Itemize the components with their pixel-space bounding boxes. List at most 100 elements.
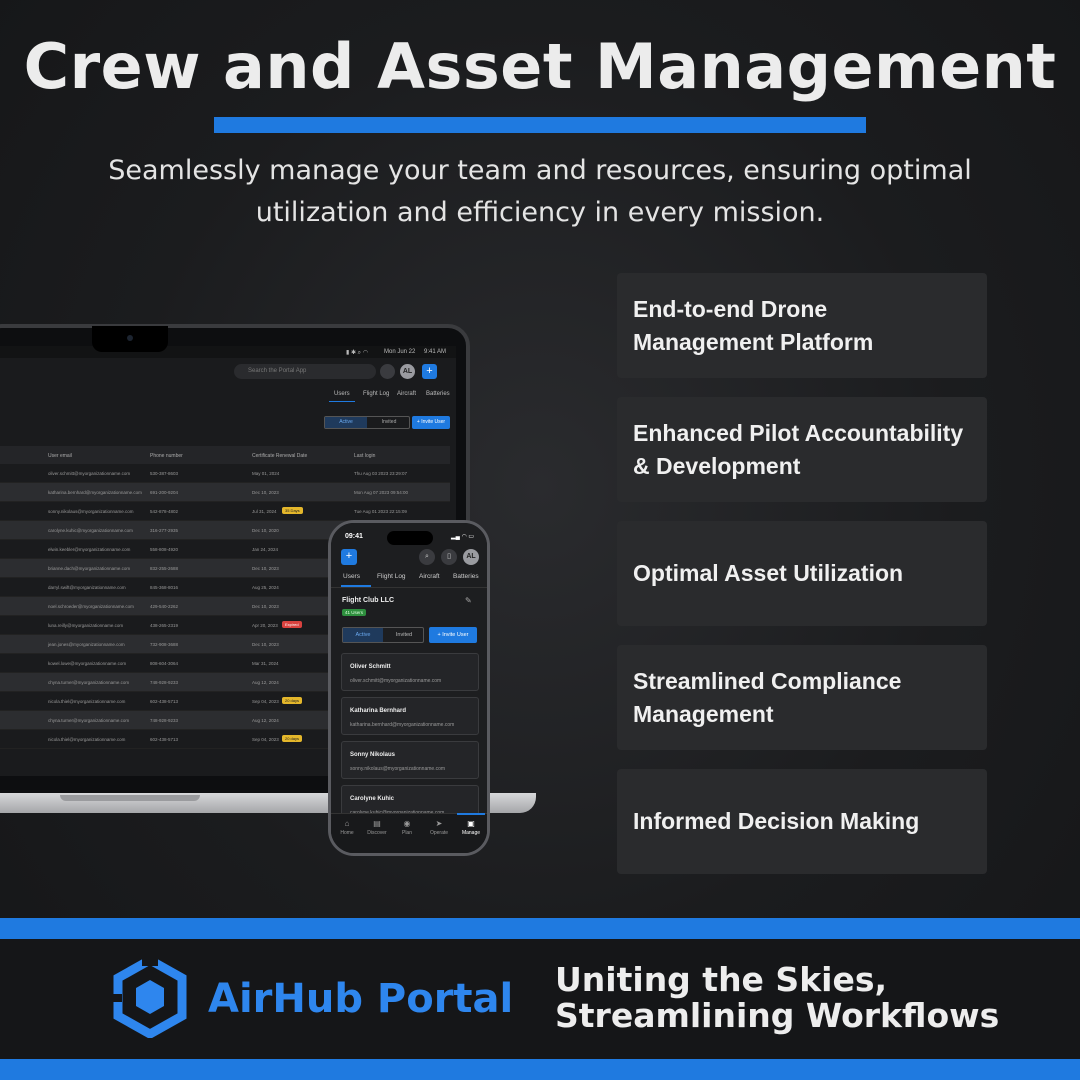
active-nav-indicator: [457, 813, 485, 815]
cell-phone: 602-438-5713: [150, 737, 179, 742]
organization-name: Flight Club LLC: [342, 597, 395, 604]
menubar-icons: ▮ ✱ ⌕ ◠: [346, 350, 368, 356]
page-subtitle: Seamlessly manage your team and resource…: [108, 155, 972, 228]
menubar-time: 9:41 AM: [424, 349, 447, 355]
user-card[interactable]: Oliver Schmitt oliver.schmitt@myorganiza…: [341, 653, 479, 691]
cell-renewal-date: Aug 12, 2024: [252, 718, 279, 723]
add-button[interactable]: +: [341, 549, 357, 565]
users-table-header: User email Phone number Certificate Rene…: [0, 446, 450, 464]
airhub-logo-icon: [112, 956, 187, 1038]
footer-accent-bar: [0, 918, 1080, 939]
nav-home[interactable]: ⌂ Home: [333, 819, 361, 836]
cell-email: brianne.dach@myorganizationname.com: [48, 566, 131, 571]
renewal-status-badge: 20 days: [282, 735, 303, 742]
toggle-invited[interactable]: Invited: [368, 417, 410, 428]
user-card[interactable]: Sonny Nikolaus sonny.nikolaus@myorganiza…: [341, 741, 479, 779]
tab-users[interactable]: Users: [334, 391, 350, 397]
add-button[interactable]: +: [422, 364, 437, 379]
users-count-badge: 41 Users: [342, 609, 367, 616]
map-icon[interactable]: ▯: [441, 549, 457, 565]
invite-user-button[interactable]: + Invite User: [429, 627, 477, 643]
status-toggle[interactable]: Active Invited: [324, 416, 410, 429]
nav-plan[interactable]: ◉ Plan: [393, 819, 421, 836]
nav-home-label: Home: [340, 830, 354, 836]
cell-email: jean.jones@myorganizationname.com: [48, 642, 125, 647]
toggle-invited[interactable]: Invited: [384, 628, 424, 642]
col-user-email[interactable]: User email: [48, 453, 72, 459]
nav-discover[interactable]: ▤ Discover: [363, 819, 391, 836]
feature-card-compliance: Streamlined Compliance Management: [617, 645, 987, 750]
cell-phone: 530-387-8603: [150, 471, 179, 476]
feature-label: Streamlined Compliance Management: [633, 667, 902, 727]
avatar[interactable]: AL: [463, 549, 479, 565]
search-icon[interactable]: ⌕: [419, 549, 435, 565]
col-phone-number[interactable]: Phone number: [150, 453, 183, 459]
cell-renewal-date: Jul 31, 2024: [252, 509, 277, 514]
tagline-line-1: Uniting the Skies,: [555, 960, 888, 999]
cell-phone: 316-277-2935: [150, 528, 179, 533]
toggle-active[interactable]: Active: [343, 628, 383, 642]
nav-manage-label: Manage: [461, 830, 481, 836]
tab-aircraft[interactable]: Aircraft: [419, 573, 440, 580]
footer-tagline: Uniting the Skies, Streamlining Workflow…: [555, 962, 999, 1034]
cell-renewal-date: Aug 12, 2024: [252, 680, 279, 685]
edit-icon[interactable]: ✎: [465, 596, 472, 605]
tab-users[interactable]: Users: [343, 573, 360, 580]
avatar[interactable]: AL: [400, 364, 415, 379]
tab-flight-log[interactable]: Flight Log: [377, 573, 406, 580]
renewal-status-badge: Expired: [282, 621, 302, 628]
mac-menubar: ▮ ✱ ⌕ ◠ Mon Jun 22 9:41 AM: [0, 346, 456, 358]
cell-phone: 732-908-3688: [150, 642, 179, 647]
col-renewal-date[interactable]: Certificate Renewal Date: [252, 453, 307, 459]
user-email: sonny.nikolaus@myorganizationname.com: [350, 766, 446, 772]
nav-operate[interactable]: ➤ Operate: [425, 819, 453, 836]
toggle-active[interactable]: Active: [325, 417, 367, 428]
cell-email: chyna.turner@myorganizationname.com: [48, 680, 130, 685]
cell-renewal-date: Dec 10, 2023: [252, 604, 279, 609]
cell-phone: 748-928-9233: [150, 718, 179, 723]
search-input[interactable]: Search the Portal App: [234, 364, 376, 379]
tab-batteries[interactable]: Batteries: [426, 391, 450, 397]
cell-email: kowel.lowe@myorganizationname.com: [48, 661, 127, 666]
user-name: Katharina Bernhard: [350, 708, 407, 714]
status-toggle[interactable]: Active Invited: [342, 627, 424, 643]
camera-icon: [127, 335, 133, 341]
tab-aircraft[interactable]: Aircraft: [397, 391, 416, 397]
user-email: oliver.schmitt@myorganizationname.com: [350, 678, 442, 684]
dynamic-island: [387, 531, 433, 545]
cell-email: elwin.keebler@myorganizationname.com: [48, 547, 131, 552]
map-icon: ▤: [373, 819, 381, 828]
tab-batteries[interactable]: Batteries: [453, 573, 479, 580]
tab-divider: [331, 587, 487, 588]
cell-phone: 429-540-2262: [150, 604, 179, 609]
feature-card-asset-utilization: Optimal Asset Utilization: [617, 521, 987, 626]
user-name: Sonny Nikolaus: [350, 752, 396, 758]
cell-phone: 845-368-8016: [150, 585, 179, 590]
tagline-line-2: Streamlining Workflows: [555, 996, 1000, 1035]
tab-flight-log[interactable]: Flight Log: [363, 391, 389, 397]
table-row[interactable]: oliver.schmitt@myorganizationname.com 530…: [0, 464, 450, 483]
col-last-login[interactable]: Last login: [354, 453, 375, 459]
cell-email: noel.schroeder@myorganizationname.com: [48, 604, 134, 609]
invite-user-button[interactable]: + Invite User: [412, 416, 450, 429]
cell-last-login: Thu Aug 03 2023 23:29:07: [354, 471, 408, 476]
map-icon[interactable]: [380, 364, 395, 379]
nav-manage[interactable]: ▣ Manage: [457, 819, 485, 836]
table-row[interactable]: katharina.bernhard@myorganizationname.co…: [0, 483, 450, 502]
brand-name: AirHub Portal: [208, 976, 514, 1022]
send-icon: ➤: [435, 819, 443, 828]
cell-phone: 748-928-9233: [150, 680, 179, 685]
cell-email: oliver.schmitt@myorganizationname.com: [48, 471, 131, 476]
feature-card-decision-making: Informed Decision Making: [617, 769, 987, 874]
laptop-groove: [60, 795, 200, 801]
cell-renewal-date: Aug 25, 2024: [252, 585, 279, 590]
user-email: katharina.bernhard@myorganizationname.co…: [350, 722, 455, 728]
cell-email: katharina.bernhard@myorganizationname.co…: [48, 490, 142, 495]
user-card[interactable]: Katharina Bernhard katharina.bernhard@my…: [341, 697, 479, 735]
cell-phone: 602-438-5713: [150, 699, 179, 704]
cell-email: sonny.nikolaus@myorganizationname.com: [48, 509, 134, 514]
cell-email: chyna.turner@myorganizationname.com: [48, 718, 130, 723]
cell-renewal-date: Jan 24, 2024: [252, 547, 279, 552]
table-row[interactable]: sonny.nikolaus@myorganizationname.com 542…: [0, 502, 450, 521]
signal-wifi-battery-icon: ▂▄ ◠ ▭: [451, 534, 475, 540]
